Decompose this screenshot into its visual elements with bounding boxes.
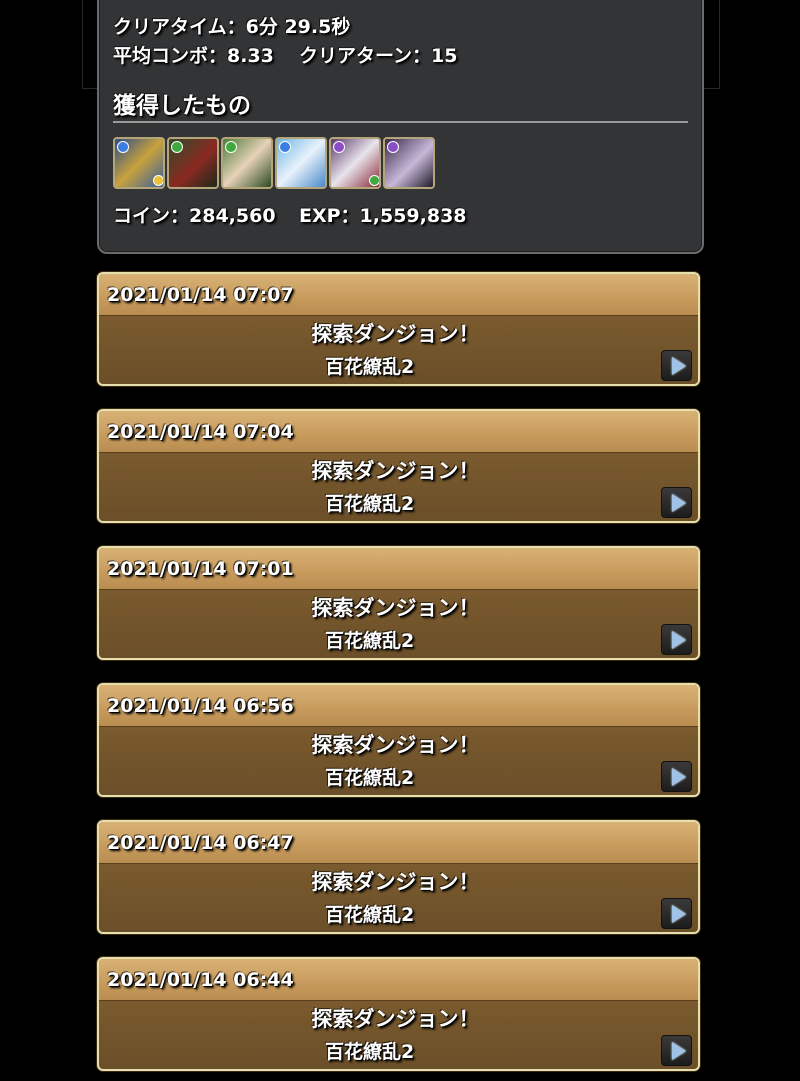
earned-monsters [113,137,435,189]
play-icon [671,767,686,786]
exp-earned: EXP：1,559,838 [299,205,467,227]
play-button[interactable] [661,898,692,929]
dragon-knight-monster-icon[interactable] [113,137,165,189]
average-combo: 平均コンボ：8.33 [113,45,274,67]
entry-dungeon-name: 百花繚乱2 [325,767,415,789]
entry-dungeon-name: 百花繚乱2 [325,1041,415,1063]
green-warrior-girl-monster-icon[interactable] [221,137,273,189]
blue-haired-girl-monster-icon[interactable] [275,137,327,189]
play-icon [671,904,686,923]
history-entry[interactable]: 2021/01/14 06:47 探索ダンジョン！ 百花繚乱2 [97,820,700,934]
entry-date: 2021/01/14 06:44 [107,969,294,991]
entry-dungeon-name: 百花繚乱2 [325,630,415,652]
history-entry[interactable]: 2021/01/14 07:07 探索ダンジョン！ 百花繚乱2 [97,272,700,386]
play-button[interactable] [661,487,692,518]
entry-type-label: 探索ダンジョン！ [311,733,480,757]
entry-dungeon-name: 百花繚乱2 [325,904,415,926]
entry-date: 2021/01/14 07:01 [107,558,294,580]
dark-haired-girl-monster-icon[interactable] [383,137,435,189]
entry-type: 探索ダンジョン！ [99,1003,698,1033]
clear-turn: クリアターン：15 [299,45,458,67]
play-button[interactable] [661,1035,692,1066]
earned-items-title: 獲得したもの [113,93,251,119]
play-icon [671,1041,686,1060]
history-entry[interactable]: 2021/01/14 06:44 探索ダンジョン！ 百花繚乱2 [97,957,700,1071]
oni-demon-monster-icon[interactable] [167,137,219,189]
entry-date: 2021/01/14 07:07 [107,284,294,306]
attribute-orb-icon [225,141,237,153]
play-button[interactable] [661,761,692,792]
entry-type-label: 探索ダンジョン！ [311,1007,480,1031]
entry-type: 探索ダンジョン！ [99,455,698,485]
entry-date: 2021/01/14 06:56 [107,695,294,717]
sub-attribute-orb-icon [153,175,163,186]
earned-divider [113,121,688,123]
entry-dungeon-name: 百花繚乱2 [325,356,415,378]
entry-date: 2021/01/14 06:47 [107,832,294,854]
coins-earned: コイン：284,560 [113,205,276,227]
attribute-orb-icon [117,141,129,153]
entry-type-label: 探索ダンジョン！ [311,459,480,483]
entry-type-label: 探索ダンジョン！ [311,870,480,894]
entry-type: 探索ダンジョン！ [99,592,698,622]
play-icon [671,630,686,649]
entry-type: 探索ダンジョン！ [99,729,698,759]
entry-dungeon-name: 百花繚乱2 [325,493,415,515]
attribute-orb-icon [171,141,183,153]
clear-time: クリアタイム：6分 29.5秒 [113,16,351,38]
entry-type-label: 探索ダンジョン！ [311,596,480,620]
history-entry[interactable]: 2021/01/14 07:04 探索ダンジョン！ 百花繚乱2 [97,409,700,523]
attribute-orb-icon [333,141,345,153]
entry-type-label: 探索ダンジョン！ [311,322,480,346]
history-entry[interactable]: 2021/01/14 07:01 探索ダンジョン！ 百花繚乱2 [97,546,700,660]
entry-date: 2021/01/14 07:04 [107,421,294,443]
white-haired-witch-monster-icon[interactable] [329,137,381,189]
entry-type: 探索ダンジョン！ [99,318,698,348]
attribute-orb-icon [387,141,399,153]
play-button[interactable] [661,624,692,655]
play-icon [671,493,686,512]
play-icon [671,356,686,375]
attribute-orb-icon [279,141,291,153]
history-entry[interactable]: 2021/01/14 06:56 探索ダンジョン！ 百花繚乱2 [97,683,700,797]
sub-attribute-orb-icon [369,175,379,186]
play-button[interactable] [661,350,692,381]
entry-type: 探索ダンジョン！ [99,866,698,896]
